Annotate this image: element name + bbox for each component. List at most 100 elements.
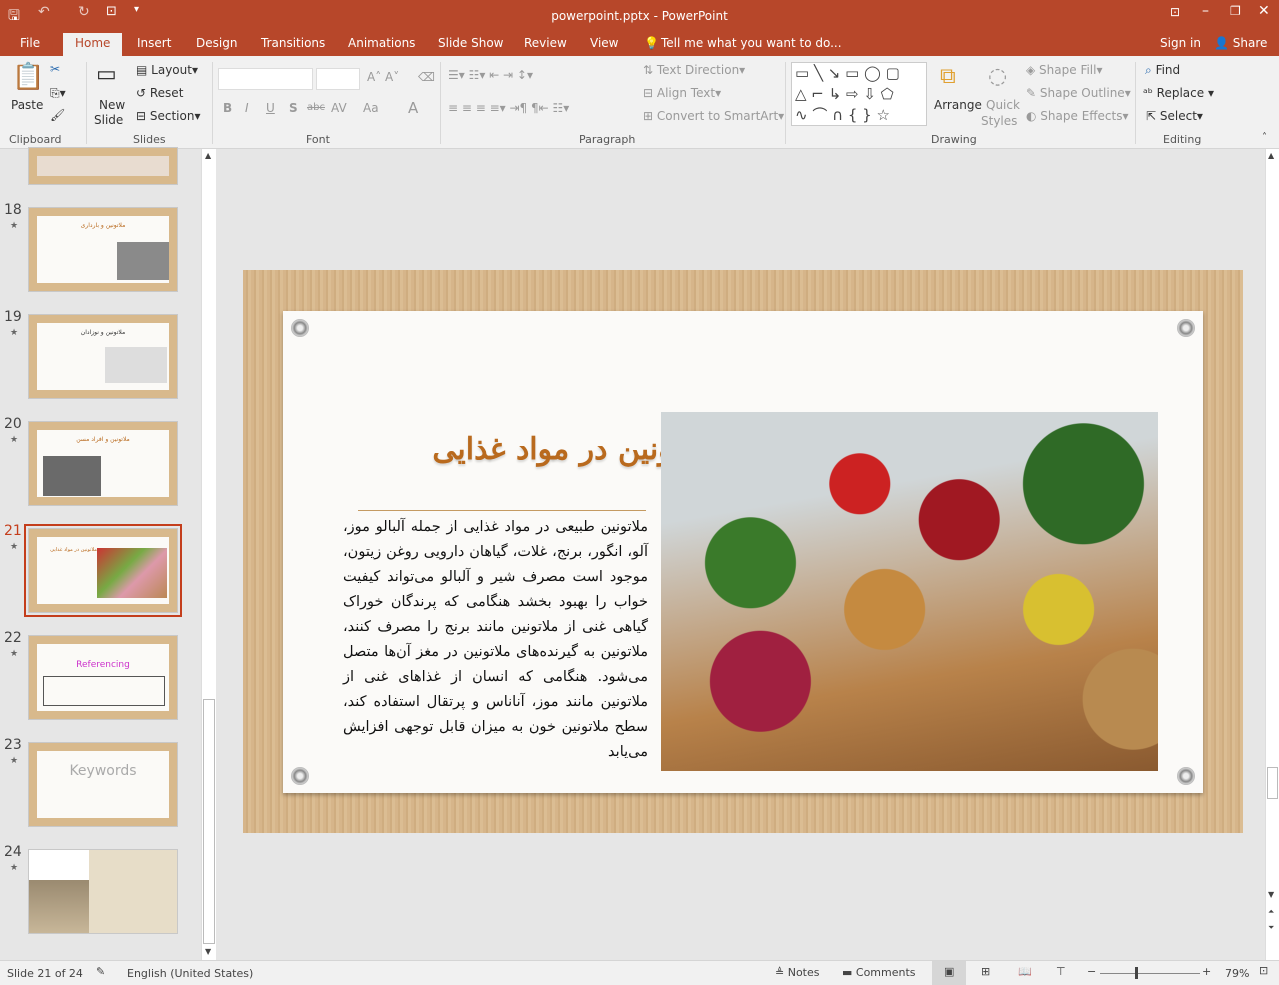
tab-home[interactable]: Home bbox=[63, 33, 123, 56]
arrange-button[interactable]: Arrange bbox=[934, 98, 982, 112]
fit-to-window-icon[interactable]: ⊡ bbox=[1259, 964, 1268, 977]
spell-check-icon[interactable]: ✎ bbox=[96, 965, 105, 978]
ribbon: 📋 Paste ✂ ⎘▾ 🖌 Clipboard ▭ New Slide ▤ L… bbox=[0, 56, 1279, 149]
tell-me-input[interactable]: Tell me what you want to do... bbox=[661, 36, 842, 50]
section-button[interactable]: ⊟ Section▾ bbox=[136, 109, 201, 123]
new-slide-dropdown[interactable]: Slide bbox=[94, 113, 123, 127]
sign-in-link[interactable]: Sign in bbox=[1160, 36, 1201, 50]
star-icon: ★ bbox=[10, 649, 19, 659]
quick-styles-icon[interactable]: ◌ bbox=[988, 64, 1007, 89]
thumbnail-slide-21-selected[interactable]: ملاتونین در مواد غذایی bbox=[24, 524, 182, 617]
shape-effects-button[interactable]: ◐ Shape Effects▾ bbox=[1026, 109, 1129, 123]
font-color-button[interactable]: A bbox=[408, 99, 418, 117]
convert-smartart-button[interactable]: ⊞ Convert to SmartArt▾ bbox=[643, 109, 784, 123]
change-case-button[interactable]: Aa bbox=[363, 101, 379, 115]
select-button[interactable]: ⇱ Select▾ bbox=[1146, 109, 1203, 123]
thumbnail-slide-17[interactable] bbox=[28, 147, 178, 185]
font-name-input[interactable] bbox=[218, 68, 313, 90]
food-image[interactable] bbox=[661, 412, 1158, 771]
shadow-button[interactable]: S bbox=[289, 101, 298, 115]
slide-counter: Slide 21 of 24 bbox=[7, 967, 83, 980]
paste-icon[interactable]: 📋 bbox=[12, 62, 44, 92]
slide-number: 22 bbox=[4, 630, 22, 646]
minimize-button[interactable]: – bbox=[1202, 3, 1209, 19]
thumbnail-slide-23[interactable]: Keywords bbox=[28, 742, 178, 827]
new-slide-icon[interactable]: ▭ bbox=[96, 62, 117, 87]
arrange-icon[interactable]: ⧉ bbox=[940, 64, 956, 89]
grow-font-icon[interactable]: A˄ A˅ bbox=[367, 70, 399, 84]
ribbon-display-icon[interactable]: ⊡ bbox=[1170, 5, 1180, 19]
zoom-slider-thumb[interactable] bbox=[1135, 967, 1138, 979]
restore-button[interactable]: ❐ bbox=[1230, 4, 1241, 18]
reset-label: Reset bbox=[149, 86, 184, 100]
format-painter-icon[interactable]: 🖌 bbox=[50, 108, 65, 122]
find-button[interactable]: ⌕ Find bbox=[1145, 63, 1180, 78]
zoom-in-button[interactable]: + bbox=[1202, 965, 1211, 978]
strikethrough-button[interactable]: abc bbox=[307, 102, 325, 113]
font-group-label: Font bbox=[306, 133, 330, 146]
previous-slide-icon[interactable]: ⏶ bbox=[1268, 907, 1274, 917]
tab-review[interactable]: Review bbox=[524, 36, 567, 50]
star-icon: ★ bbox=[10, 328, 19, 338]
thumbnail-slide-18[interactable]: ملاتونین و بارداری bbox=[28, 207, 178, 292]
notes-button[interactable]: ≜ Notes bbox=[775, 966, 820, 979]
slide-number: 19 bbox=[4, 309, 22, 325]
tab-transitions[interactable]: Transitions bbox=[261, 36, 325, 50]
scroll-thumb[interactable] bbox=[1267, 767, 1278, 799]
tab-insert[interactable]: Insert bbox=[137, 36, 171, 50]
font-size-input[interactable] bbox=[316, 68, 360, 90]
thumbnail-slide-24[interactable] bbox=[28, 849, 178, 934]
clear-formatting-icon[interactable]: ⌫ bbox=[418, 70, 435, 84]
scroll-down-icon[interactable]: ▼ bbox=[1268, 890, 1274, 899]
new-slide-button[interactable]: New bbox=[99, 98, 125, 112]
slideshow-icon[interactable]: ⊤ bbox=[1056, 965, 1066, 978]
tab-animations[interactable]: Animations bbox=[348, 36, 415, 50]
slide-body-text[interactable]: ملاتونین طبیعی در مواد غذایی از جمله آلب… bbox=[343, 515, 648, 765]
thumbnail-slide-20[interactable]: ملاتونین و افراد مسن bbox=[28, 421, 178, 506]
share-button[interactable]: 👤 Share bbox=[1214, 36, 1267, 50]
thumbnail-slide-22[interactable]: Referencing bbox=[28, 635, 178, 720]
reading-view-icon[interactable]: 📖 bbox=[1018, 965, 1032, 978]
copy-icon[interactable]: ⎘▾ bbox=[50, 86, 66, 101]
cut-icon[interactable]: ✂ bbox=[50, 62, 60, 76]
bold-button[interactable]: B bbox=[223, 101, 232, 115]
replace-button[interactable]: ᵃᵇ Replace ▾ bbox=[1143, 86, 1214, 100]
thumbnail-slide-19[interactable]: ملاتونین و نوزادان bbox=[28, 314, 178, 399]
character-spacing-button[interactable]: AV bbox=[331, 101, 347, 115]
close-button[interactable]: ✕ bbox=[1258, 3, 1270, 19]
next-slide-icon[interactable]: ⏷ bbox=[1268, 923, 1274, 933]
scroll-down-icon[interactable]: ▼ bbox=[205, 947, 211, 956]
notes-label: Notes bbox=[787, 966, 820, 979]
tab-file[interactable]: File bbox=[20, 36, 40, 50]
zoom-level[interactable]: 79% bbox=[1225, 967, 1249, 980]
zoom-out-button[interactable]: − bbox=[1087, 965, 1096, 978]
slide-number: 20 bbox=[4, 416, 22, 432]
thumbnails-scrollbar[interactable]: ▲ ▼ bbox=[201, 149, 216, 960]
align-text-button[interactable]: ⊟ Align Text▾ bbox=[643, 86, 721, 100]
layout-button[interactable]: ▤ Layout▾ bbox=[136, 63, 198, 77]
underline-button[interactable]: U bbox=[266, 101, 275, 115]
tab-design[interactable]: Design bbox=[196, 36, 237, 50]
search-icon: ⌕ bbox=[1145, 63, 1152, 77]
comments-button[interactable]: ▬ Comments bbox=[842, 966, 916, 979]
scroll-thumb[interactable] bbox=[203, 699, 215, 944]
shape-fill-button[interactable]: ◈ Shape Fill▾ bbox=[1026, 63, 1103, 77]
scroll-up-icon[interactable]: ▲ bbox=[1268, 151, 1274, 160]
scroll-up-icon[interactable]: ▲ bbox=[205, 151, 211, 160]
shapes-gallery[interactable]: ▭ ╲ ↘ ▭ ◯ ▢ △ ⌐ ↳ ⇨ ⇩ ⬠ ∿ ⌒ ∩ { } ☆ bbox=[791, 62, 927, 126]
text-direction-button[interactable]: ⇅ Text Direction▾ bbox=[643, 63, 745, 77]
quick-styles-button[interactable]: Quick bbox=[986, 98, 1020, 112]
align-icons[interactable]: ≡ ≡ ≡ ≡▾ ⇥¶ ¶⇤ ☷▾ bbox=[448, 101, 569, 115]
collapse-ribbon-icon[interactable]: ˄ bbox=[1262, 132, 1267, 143]
language[interactable]: English (United States) bbox=[127, 967, 253, 980]
shape-outline-button[interactable]: ✎ Shape Outline▾ bbox=[1026, 86, 1131, 100]
slide-sorter-icon[interactable]: ⊞ bbox=[981, 965, 990, 978]
tab-view[interactable]: View bbox=[590, 36, 618, 50]
bullets-icon[interactable]: ☰▾ ☷▾ ⇤ ⇥ ↕▾ bbox=[448, 68, 533, 82]
zoom-slider[interactable] bbox=[1100, 973, 1200, 974]
slide-scrollbar[interactable]: ▲ ▼ ⏶ ⏷ bbox=[1265, 149, 1279, 960]
tab-slide-show[interactable]: Slide Show bbox=[438, 36, 503, 50]
reset-button[interactable]: ↺ Reset bbox=[136, 86, 183, 100]
paste-button[interactable]: Paste bbox=[11, 98, 43, 112]
italic-button[interactable]: I bbox=[245, 101, 249, 115]
